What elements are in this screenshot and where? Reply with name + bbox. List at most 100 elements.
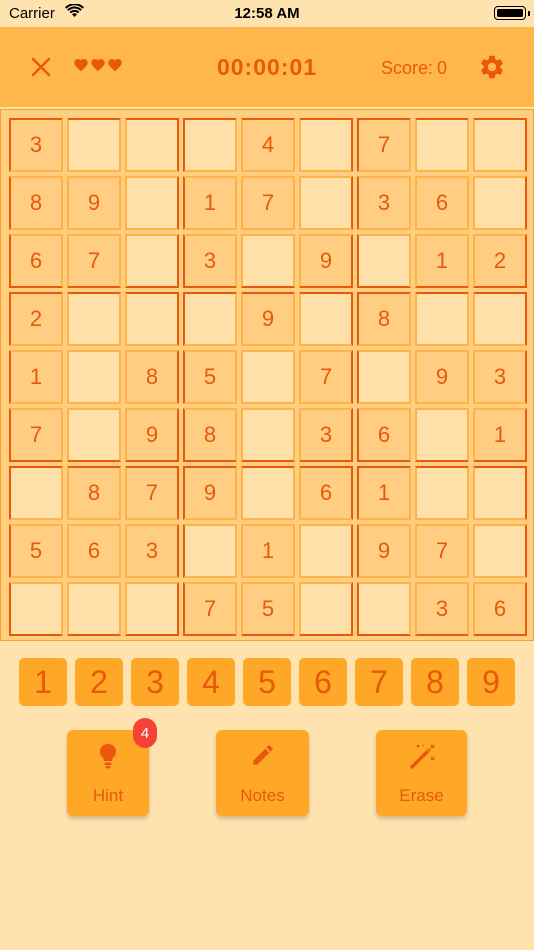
sudoku-cell[interactable]: 9	[415, 350, 469, 404]
sudoku-cell[interactable]: 4	[241, 118, 295, 172]
sudoku-cell[interactable]: 3	[299, 408, 353, 462]
sudoku-cell[interactable]	[125, 176, 179, 230]
sudoku-cell[interactable]: 7	[183, 582, 237, 636]
sudoku-cell[interactable]	[473, 118, 527, 172]
sudoku-cell[interactable]	[473, 176, 527, 230]
sudoku-cell[interactable]: 6	[9, 234, 63, 288]
sudoku-cell[interactable]: 3	[125, 524, 179, 578]
sudoku-cell[interactable]	[415, 292, 469, 346]
sudoku-cell[interactable]	[299, 292, 353, 346]
sudoku-cell[interactable]	[67, 408, 121, 462]
sudoku-cell[interactable]	[125, 292, 179, 346]
heart-icon	[90, 57, 106, 77]
sudoku-cell[interactable]	[125, 118, 179, 172]
erase-label: Erase	[399, 786, 444, 805]
sudoku-cell[interactable]: 1	[415, 234, 469, 288]
sudoku-cell[interactable]	[299, 176, 353, 230]
sudoku-cell[interactable]: 2	[473, 234, 527, 288]
sudoku-cell[interactable]	[473, 292, 527, 346]
number-button-3[interactable]: 3	[131, 658, 179, 706]
sudoku-cell[interactable]	[125, 582, 179, 636]
number-button-1[interactable]: 1	[19, 658, 67, 706]
sudoku-cell[interactable]	[357, 582, 411, 636]
sudoku-cell[interactable]: 8	[357, 292, 411, 346]
sudoku-cell[interactable]	[299, 118, 353, 172]
erase-button[interactable]: Erase	[376, 730, 467, 816]
sudoku-cell[interactable]	[9, 582, 63, 636]
number-button-9[interactable]: 9	[467, 658, 515, 706]
sudoku-cell[interactable]: 9	[183, 466, 237, 520]
sudoku-cell[interactable]	[415, 466, 469, 520]
sudoku-cell[interactable]: 7	[67, 234, 121, 288]
sudoku-cell[interactable]: 3	[357, 176, 411, 230]
sudoku-cell[interactable]: 6	[473, 582, 527, 636]
number-button-5[interactable]: 5	[243, 658, 291, 706]
sudoku-cell[interactable]	[241, 234, 295, 288]
sudoku-cell[interactable]: 1	[357, 466, 411, 520]
status-time: 12:58 AM	[234, 5, 300, 22]
sudoku-cell[interactable]	[241, 466, 295, 520]
sudoku-cell[interactable]	[9, 466, 63, 520]
sudoku-cell[interactable]: 7	[125, 466, 179, 520]
sudoku-cell[interactable]: 1	[473, 408, 527, 462]
sudoku-cell[interactable]	[67, 118, 121, 172]
sudoku-cell[interactable]: 6	[415, 176, 469, 230]
sudoku-cell[interactable]	[241, 350, 295, 404]
number-button-8[interactable]: 8	[411, 658, 459, 706]
settings-button[interactable]	[478, 53, 506, 81]
notes-button[interactable]: Notes	[216, 730, 309, 816]
status-bar: Carrier 12:58 AM	[0, 0, 534, 27]
sudoku-cell[interactable]: 6	[357, 408, 411, 462]
sudoku-cell[interactable]: 5	[241, 582, 295, 636]
sudoku-cell[interactable]: 9	[241, 292, 295, 346]
number-button-4[interactable]: 4	[187, 658, 235, 706]
number-button-6[interactable]: 6	[299, 658, 347, 706]
number-button-7[interactable]: 7	[355, 658, 403, 706]
battery-icon	[494, 6, 530, 20]
sudoku-cell[interactable]	[415, 118, 469, 172]
sudoku-cell[interactable]	[67, 582, 121, 636]
sudoku-cell[interactable]: 3	[415, 582, 469, 636]
sudoku-cell[interactable]	[125, 234, 179, 288]
sudoku-cell[interactable]	[415, 408, 469, 462]
sudoku-cell[interactable]: 9	[67, 176, 121, 230]
sudoku-cell[interactable]: 8	[183, 408, 237, 462]
game-timer: 00:00:01	[216, 54, 318, 80]
sudoku-cell[interactable]: 9	[125, 408, 179, 462]
sudoku-cell[interactable]	[473, 466, 527, 520]
sudoku-cell[interactable]: 7	[415, 524, 469, 578]
sudoku-cell[interactable]: 8	[67, 466, 121, 520]
sudoku-cell[interactable]: 7	[299, 350, 353, 404]
sudoku-cell[interactable]	[67, 350, 121, 404]
sudoku-cell[interactable]: 8	[125, 350, 179, 404]
number-button-2[interactable]: 2	[75, 658, 123, 706]
sudoku-cell[interactable]	[357, 234, 411, 288]
sudoku-cell[interactable]: 1	[241, 524, 295, 578]
sudoku-cell[interactable]: 7	[9, 408, 63, 462]
sudoku-cell[interactable]: 6	[67, 524, 121, 578]
sudoku-cell[interactable]	[299, 524, 353, 578]
sudoku-cell[interactable]	[299, 582, 353, 636]
sudoku-cell[interactable]: 8	[9, 176, 63, 230]
sudoku-cell[interactable]: 9	[299, 234, 353, 288]
sudoku-cell[interactable]: 9	[357, 524, 411, 578]
sudoku-cell[interactable]	[357, 350, 411, 404]
sudoku-cell[interactable]	[241, 408, 295, 462]
sudoku-cell[interactable]: 3	[9, 118, 63, 172]
sudoku-cell[interactable]: 3	[473, 350, 527, 404]
sudoku-cell[interactable]: 7	[241, 176, 295, 230]
sudoku-cell[interactable]: 3	[183, 234, 237, 288]
sudoku-cell[interactable]: 2	[9, 292, 63, 346]
sudoku-cell[interactable]: 5	[183, 350, 237, 404]
sudoku-cell[interactable]: 7	[357, 118, 411, 172]
sudoku-cell[interactable]: 1	[9, 350, 63, 404]
sudoku-cell[interactable]: 5	[9, 524, 63, 578]
sudoku-cell[interactable]: 1	[183, 176, 237, 230]
close-button[interactable]	[28, 54, 54, 80]
sudoku-cell[interactable]	[183, 292, 237, 346]
sudoku-cell[interactable]	[67, 292, 121, 346]
sudoku-cell[interactable]	[183, 118, 237, 172]
sudoku-cell[interactable]: 6	[299, 466, 353, 520]
sudoku-cell[interactable]	[473, 524, 527, 578]
sudoku-cell[interactable]	[183, 524, 237, 578]
